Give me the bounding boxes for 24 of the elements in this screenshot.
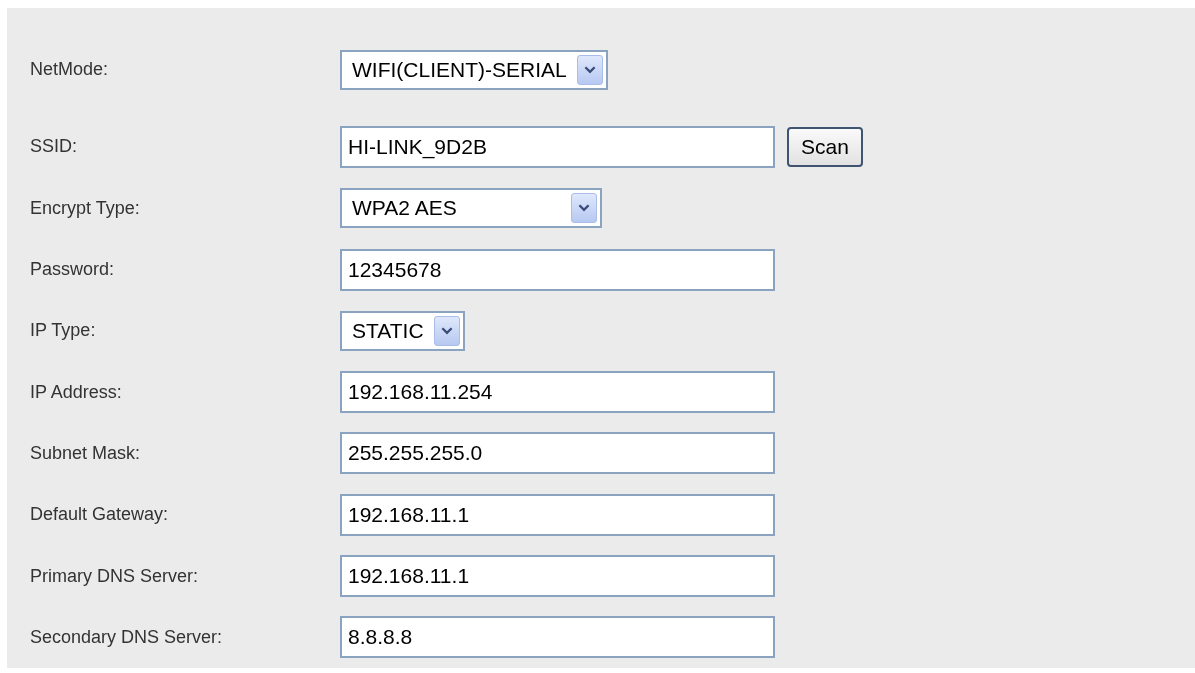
input-field[interactable]: 192.168.11.1 <box>340 555 775 597</box>
dropdown[interactable]: WIFI(CLIENT)-SERIAL <box>340 49 608 90</box>
scan-button[interactable]: Scan <box>787 126 863 167</box>
chevron-down-icon <box>433 315 460 346</box>
field-label: NetMode: <box>30 59 110 81</box>
dropdown[interactable]: STATIC <box>340 310 465 351</box>
field-label: Encrypt Type: <box>30 197 141 219</box>
input-field[interactable]: HI-LINK_9D2B <box>340 125 775 168</box>
input-field[interactable]: 192.168.11.254 <box>340 371 775 414</box>
chevron-down-icon <box>576 54 603 85</box>
field-label: Default Gateway: <box>30 504 170 526</box>
field-label: IP Type: <box>30 320 97 342</box>
field-label: Secondary DNS Server: <box>30 626 224 648</box>
chevron-down-icon <box>571 193 597 224</box>
field-label: SSID: <box>30 136 78 158</box>
field-label: IP Address: <box>30 381 123 403</box>
field-label: Subnet Mask: <box>30 442 142 464</box>
input-field[interactable]: 8.8.8.8 <box>340 616 775 659</box>
dropdown[interactable]: WPA2 AES <box>340 188 602 229</box>
input-field[interactable]: 192.168.11.1 <box>340 493 775 536</box>
input-field[interactable]: 255.255.255.0 <box>340 432 775 475</box>
field-label: Primary DNS Server: <box>30 565 200 587</box>
input-field[interactable]: 12345678 <box>340 248 775 291</box>
field-label: Password: <box>30 259 116 281</box>
